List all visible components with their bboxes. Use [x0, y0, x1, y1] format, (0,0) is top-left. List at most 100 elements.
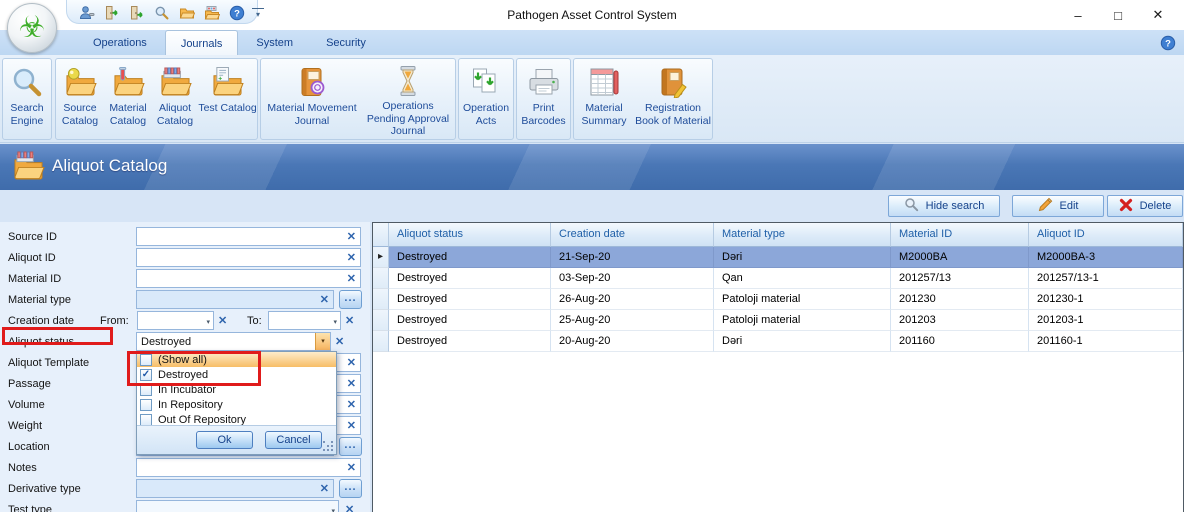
status-option[interactable]: In Repository [137, 397, 336, 412]
date-to-input[interactable]: ▾ [268, 311, 341, 330]
chevron-down-icon[interactable]: ▾ [331, 507, 335, 512]
tab-operations[interactable]: Operations [78, 30, 162, 55]
resize-grip[interactable] [323, 441, 333, 451]
tab-journals[interactable]: Journals [165, 30, 239, 55]
chevron-down-icon[interactable]: ▾ [333, 318, 337, 326]
table-row[interactable]: Destroyed03-Sep-20Qan201257/13201257/13-… [373, 268, 1183, 289]
table-cell: M2000BA-3 [1029, 247, 1183, 268]
test-catalog-button[interactable]: + Test Catalog [198, 63, 257, 137]
customize-toolbar-button[interactable]: ▾ [252, 8, 264, 19]
table-row[interactable]: Destroyed25-Aug-20Patoloji material20120… [373, 310, 1183, 331]
minimize-button[interactable]: – [1058, 0, 1098, 30]
column-header[interactable]: Aliquot status [389, 223, 551, 247]
field-label: Source ID [8, 231, 57, 243]
clear-icon[interactable]: ✕ [347, 272, 356, 285]
table-row[interactable]: Destroyed20-Aug-20Dəri201160201160-1 [373, 331, 1183, 352]
clear-icon[interactable]: ✕ [347, 461, 356, 474]
clear-icon[interactable]: ✕ [347, 251, 356, 264]
table-cell: 201230 [891, 289, 1029, 310]
table-cell: 21-Sep-20 [551, 247, 714, 268]
aliquot-catalog-icon [159, 65, 192, 99]
column-header[interactable]: Aliquot ID [1029, 223, 1183, 247]
aliquot-id-input[interactable]: ✕ [136, 248, 361, 267]
open-folder-icon[interactable] [179, 5, 195, 21]
print-barcodes-button[interactable]: Print Barcodes [517, 63, 570, 137]
clear-icon[interactable]: ✕ [347, 419, 356, 432]
cancel-button[interactable]: Cancel [265, 431, 322, 449]
clear-icon[interactable]: ✕ [320, 293, 329, 306]
column-header[interactable]: Creation date [551, 223, 714, 247]
clear-icon[interactable]: ✕ [347, 398, 356, 411]
table-cell: 201257/13-1 [1029, 268, 1183, 289]
row-selector[interactable] [373, 331, 389, 352]
search-engine-icon [10, 65, 44, 99]
aliquot-folder-icon[interactable] [204, 5, 220, 21]
operation-acts-button[interactable]: Operation Acts [459, 63, 513, 137]
clear-icon[interactable]: ✕ [320, 482, 329, 495]
status-option-label: In Repository [158, 399, 223, 411]
field-label: Aliquot ID [8, 252, 56, 264]
pending-approval-journal-button[interactable]: Operations Pending Approval Journal [362, 63, 454, 137]
log-out-icon[interactable] [129, 5, 145, 21]
derivative-type-input[interactable]: ✕ [136, 479, 334, 498]
table-cell: 201160 [891, 331, 1029, 352]
row-selector[interactable]: ▸ [373, 247, 389, 268]
date-from-input[interactable]: ▾ [137, 311, 214, 330]
user-icon[interactable] [79, 5, 95, 21]
svg-text:?: ? [1165, 39, 1171, 50]
material-id-input[interactable]: ✕ [136, 269, 361, 288]
clear-icon[interactable]: ✕ [345, 503, 354, 512]
table-row[interactable]: Destroyed26-Aug-20Patoloji material20123… [373, 289, 1183, 310]
hide-search-button[interactable]: Hide search [888, 195, 1000, 217]
tab-system[interactable]: System [241, 30, 308, 55]
derivative-type-browse-button[interactable]: ... [339, 479, 362, 498]
row-selector[interactable] [373, 310, 389, 331]
clear-icon[interactable]: ✕ [347, 356, 356, 369]
material-catalog-button[interactable]: Material Catalog [104, 63, 152, 137]
material-type-input[interactable]: ✕ [136, 290, 334, 309]
material-summary-button[interactable]: Material Summary [574, 63, 634, 137]
location-browse-button[interactable]: ... [339, 437, 362, 456]
clear-icon[interactable]: ✕ [347, 377, 356, 390]
checkbox-icon[interactable] [140, 399, 152, 411]
clear-icon[interactable]: ✕ [218, 314, 227, 327]
edit-button[interactable]: Edit [1012, 195, 1104, 217]
tab-security[interactable]: Security [311, 30, 381, 55]
close-button[interactable]: ✕ [1138, 0, 1178, 30]
column-header[interactable]: Material ID [891, 223, 1029, 247]
delete-button[interactable]: Delete [1107, 195, 1183, 217]
chevron-down-icon[interactable]: ▾ [206, 318, 210, 326]
registration-book-button[interactable]: Registration Book of Material [634, 63, 712, 137]
app-menu-button[interactable]: ☣ [7, 3, 57, 53]
operation-acts-icon [470, 65, 502, 99]
table-cell: 03-Sep-20 [551, 268, 714, 289]
annotation-rectangle [127, 351, 261, 386]
search-engine-button[interactable]: Search Engine [3, 63, 51, 137]
column-header[interactable]: Material type [714, 223, 891, 247]
row-selector[interactable] [373, 289, 389, 310]
log-in-icon[interactable] [104, 5, 120, 21]
row-selector[interactable] [373, 268, 389, 289]
clear-icon[interactable]: ✕ [347, 230, 356, 243]
table-row[interactable]: ▸Destroyed21-Sep-20DəriM2000BAM2000BA-3 [373, 247, 1183, 268]
help-icon[interactable]: ? [229, 5, 245, 21]
test-type-input[interactable]: ▾ [136, 500, 339, 512]
material-movement-journal-button[interactable]: Material Movement Journal [262, 63, 362, 137]
aliquot-catalog-button[interactable]: Aliquot Catalog [152, 63, 198, 137]
clear-icon[interactable]: ✕ [345, 314, 354, 327]
source-catalog-button[interactable]: Source Catalog [56, 63, 104, 137]
maximize-button[interactable]: □ [1098, 0, 1138, 30]
notes-input[interactable]: ✕ [136, 458, 361, 477]
source-id-input[interactable]: ✕ [136, 227, 361, 246]
page-header: Aliquot Catalog [0, 144, 1184, 190]
ok-button[interactable]: Ok [196, 431, 253, 449]
aliquot-status-combo[interactable]: Destroyed ▾ [136, 332, 331, 351]
material-type-browse-button[interactable]: ... [339, 290, 362, 309]
ribbon-group-search: Search Engine [2, 58, 52, 140]
clear-icon[interactable]: ✕ [335, 335, 344, 348]
help-icon[interactable]: ? [1160, 35, 1176, 51]
field-label: Creation date [8, 315, 74, 327]
checkbox-icon[interactable] [140, 414, 152, 426]
search-icon[interactable] [154, 5, 170, 21]
chevron-down-icon[interactable]: ▾ [315, 333, 330, 350]
